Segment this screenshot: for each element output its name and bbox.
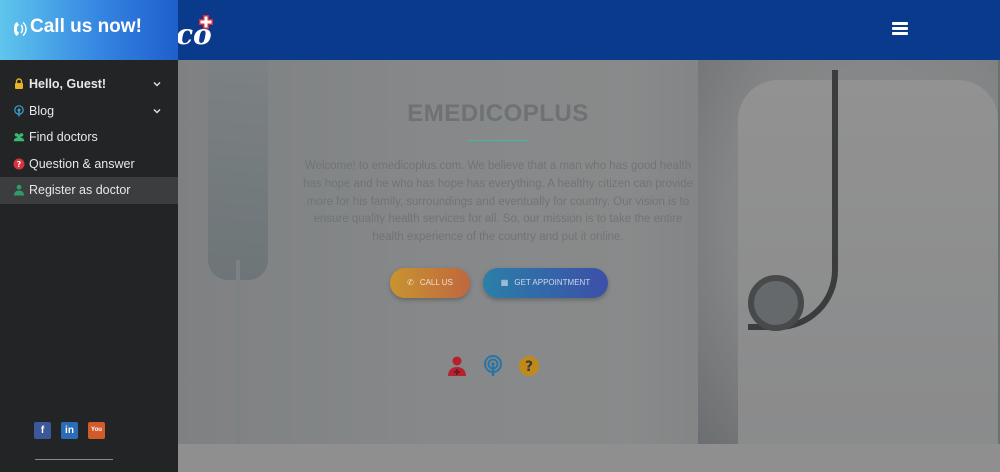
question-circle-icon: ? <box>13 158 25 170</box>
hero-content: EMEDICOPLUS Welcome! to emedicoplus.com.… <box>178 60 1000 444</box>
user-lock-icon <box>15 78 23 90</box>
sidebar-item-label: Question & answer <box>29 156 135 171</box>
calendar-icon: ▦ <box>500 278 509 287</box>
question-circle-icon[interactable]: ? <box>518 355 540 377</box>
sidebar: Call us now! Hello, Guest! Blog Find doc… <box>0 0 178 472</box>
chevron-down-icon[interactable] <box>152 79 162 89</box>
svg-text:?: ? <box>525 359 533 375</box>
youtube-icon[interactable]: You <box>88 422 105 439</box>
sidebar-item-label: Find doctors <box>29 130 98 145</box>
social-links: f in You <box>34 422 105 439</box>
call-us-button[interactable]: ✆ CALL US <box>390 268 470 298</box>
sidebar-item-find-doctors[interactable]: Find doctors <box>0 124 178 151</box>
sidebar-item-register-as-doctor[interactable]: Register as doctor <box>0 177 178 204</box>
hero-title-underline <box>468 140 528 141</box>
sidebar-item-question-answer[interactable]: ? Question & answer <box>0 151 178 178</box>
user-md-icon[interactable] <box>446 355 468 377</box>
page-footer-strip <box>178 444 1000 472</box>
call-us-now-label: Call us now! <box>30 16 142 37</box>
phone-icon: ✆ <box>407 278 414 287</box>
sidebar-item-hello-guest[interactable]: Hello, Guest! <box>0 71 178 98</box>
podcast-icon <box>14 104 24 117</box>
hero-section: EMEDICOPLUS Welcome! to emedicoplus.com.… <box>178 60 1000 444</box>
svg-text:?: ? <box>17 160 22 169</box>
call-us-now-bar[interactable]: Call us now! <box>0 0 178 60</box>
sidebar-menu: Hello, Guest! Blog Find doctors ? Questi… <box>0 71 178 204</box>
phone-ring-icon <box>14 21 27 37</box>
hamburger-icon[interactable] <box>892 22 908 36</box>
hero-icon-row: ? <box>446 355 540 377</box>
sidebar-item-blog[interactable]: Blog <box>0 98 178 125</box>
call-us-label: CALL US <box>419 278 453 287</box>
get-appointment-button[interactable]: ▦ GET APPOINTMENT <box>483 268 608 298</box>
hero-description: Welcome! to emedicoplus.com. We believe … <box>303 160 693 244</box>
sidebar-item-label: Hello, Guest! <box>29 77 107 92</box>
users-icon <box>13 133 25 142</box>
podcast-icon[interactable] <box>482 355 504 377</box>
get-appointment-label: GET APPOINTMENT <box>514 278 591 287</box>
hero-title: EMEDICOPLUS <box>407 100 589 127</box>
sidebar-divider <box>35 459 113 460</box>
chevron-down-icon[interactable] <box>152 106 162 116</box>
sidebar-item-label: Blog <box>29 103 55 118</box>
sidebar-item-label: Register as doctor <box>29 183 131 198</box>
facebook-icon[interactable]: f <box>34 422 51 439</box>
linkedin-icon[interactable]: in <box>61 422 78 439</box>
brand-cross-icon <box>199 15 213 29</box>
user-md-icon <box>14 185 24 196</box>
